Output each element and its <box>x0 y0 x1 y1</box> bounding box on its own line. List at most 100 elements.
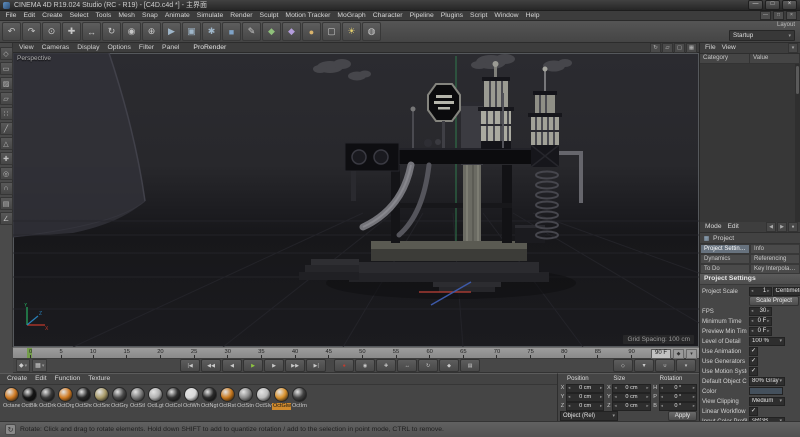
material-menu-item[interactable]: Texture <box>84 374 114 384</box>
material-item[interactable]: OctIrn <box>291 387 308 410</box>
points-mode-icon[interactable]: ∷ <box>0 107 13 120</box>
add-spline-icon[interactable]: ✎ <box>242 22 261 41</box>
menu-item[interactable]: Sculpt <box>256 11 282 21</box>
material-item[interactable]: OctGlw <box>273 387 290 410</box>
attribute-tab[interactable]: Dynamics <box>700 254 750 264</box>
add-scene-icon[interactable]: ● <box>302 22 321 41</box>
om-scrollbar[interactable] <box>795 64 800 222</box>
timeline-tick[interactable]: 30 <box>225 348 231 358</box>
attribute-manager-menu-item[interactable]: Edit <box>725 222 742 232</box>
scale-project-button[interactable]: Scale Project <box>749 296 799 306</box>
view-float-icon[interactable]: ▱ <box>662 43 673 53</box>
position-input[interactable]: ◂0 cm▸ <box>566 384 604 393</box>
autokeying-button[interactable]: ◉ <box>355 359 375 372</box>
doc-close-button[interactable]: × <box>786 11 797 20</box>
object-manager-menu-item[interactable]: View <box>719 43 739 53</box>
object-manager-menu-item[interactable]: File <box>702 43 719 53</box>
menu-item[interactable]: File <box>2 11 20 21</box>
forward-icon[interactable]: ▶ <box>777 222 787 232</box>
value-input[interactable]: ◂0 F▸ <box>749 327 772 336</box>
material-item[interactable]: OctSlv <box>255 387 272 410</box>
material-item[interactable]: OctWht <box>183 387 200 410</box>
doc-minimize-button[interactable]: — <box>760 11 771 20</box>
view-layout-icon[interactable]: ▦ <box>686 43 697 53</box>
rotation-input[interactable]: ◂0 °▸ <box>659 393 697 402</box>
layout-dropdown[interactable]: Startup▾ <box>729 30 795 41</box>
back-icon[interactable]: ◀ <box>766 222 776 232</box>
size-input[interactable]: ◂0 cm▸ <box>612 393 650 402</box>
apply-button[interactable]: Apply <box>668 411 697 421</box>
doc-maximize-button[interactable]: □ <box>773 11 784 20</box>
undo-icon[interactable]: ↶ <box>2 22 21 41</box>
add-camera-icon[interactable]: ▢ <box>322 22 341 41</box>
attribute-tab[interactable]: Project Settings <box>700 244 750 254</box>
add-material-icon[interactable]: ◍ <box>362 22 381 41</box>
menu-item[interactable]: Plugins <box>437 11 466 21</box>
menu-item[interactable]: Animate <box>161 11 193 21</box>
material-sphere-icon[interactable] <box>4 387 19 402</box>
convert-editable-icon[interactable]: ◇ <box>0 47 13 60</box>
timeline-tick[interactable]: 90 <box>628 348 634 358</box>
maximize-button[interactable]: □ <box>765 0 780 10</box>
material-item[interactable]: OctNgt <box>201 387 218 410</box>
minimize-button[interactable]: — <box>748 0 763 10</box>
marker-icon[interactable]: ▼ <box>634 359 654 372</box>
menu-item[interactable]: Snap <box>138 11 161 21</box>
material-item[interactable]: OctStn <box>237 387 254 410</box>
position-input[interactable]: ◂0 cm▸ <box>566 393 604 402</box>
record-rotation-button[interactable]: ↻ <box>418 359 438 372</box>
attribute-tab[interactable]: Info <box>750 244 800 254</box>
menu-item[interactable]: Simulate <box>193 11 226 21</box>
attribute-tab[interactable]: To Do <box>700 264 750 274</box>
timeline-tick[interactable]: 5 <box>59 348 62 358</box>
timeline-tick[interactable]: 65 <box>460 348 466 358</box>
render-settings-icon[interactable]: ✱ <box>202 22 221 41</box>
material-item[interactable]: OctBlk <box>21 387 38 410</box>
goto-start-button[interactable]: |◀ <box>180 359 200 372</box>
unit-dropdown[interactable]: Centimeters▾ <box>773 287 800 296</box>
material-sphere-icon[interactable] <box>148 387 163 402</box>
material-item[interactable]: OctSnd <box>93 387 110 410</box>
rotate-tool-icon[interactable]: ↻ <box>102 22 121 41</box>
material-sphere-icon[interactable] <box>274 387 289 402</box>
checkbox[interactable]: ✓ <box>749 357 758 366</box>
coordinate-system-icon[interactable]: ⊕ <box>142 22 161 41</box>
workplane-lock-icon[interactable]: ▤ <box>0 197 13 210</box>
goto-end-button[interactable]: ▶| <box>306 359 326 372</box>
column-header[interactable]: Value <box>750 54 800 63</box>
model-mode-icon[interactable]: ▭ <box>0 62 13 75</box>
options-icon[interactable]: ▾ <box>676 359 696 372</box>
value-input[interactable]: ◂1▸ <box>749 287 772 296</box>
material-sphere-icon[interactable] <box>40 387 55 402</box>
scene-3d-render[interactable] <box>13 53 699 347</box>
viewport-menu-item[interactable]: Display <box>73 43 103 53</box>
texture-mode-icon[interactable]: ▨ <box>0 77 13 90</box>
object-manager-list[interactable] <box>700 64 800 222</box>
menu-item[interactable]: Mesh <box>115 11 139 21</box>
add-light-icon[interactable]: ☀ <box>342 22 361 41</box>
viewport-view-label[interactable]: Perspective <box>17 55 51 62</box>
material-sphere-icon[interactable] <box>256 387 271 402</box>
end-frame-field[interactable]: 90 F <box>651 349 671 359</box>
timeline-mode-combo[interactable]: ▦▾ <box>32 359 47 372</box>
material-sphere-icon[interactable] <box>130 387 145 402</box>
snap-icon[interactable]: ∩ <box>0 182 13 195</box>
record-position-button[interactable]: ✚ <box>376 359 396 372</box>
viewport-menu-item[interactable]: Options <box>103 43 134 53</box>
material-sphere-icon[interactable] <box>184 387 199 402</box>
material-sphere-icon[interactable] <box>166 387 181 402</box>
viewport-menu-item[interactable]: View <box>15 43 38 53</box>
redo-icon[interactable]: ↷ <box>22 22 41 41</box>
viewport-menu-item[interactable]: Cameras <box>38 43 74 53</box>
add-deformer-icon[interactable]: ◆ <box>282 22 301 41</box>
play-button[interactable]: ▶ <box>243 359 263 372</box>
viewport-canvas[interactable]: Perspective X Y Z Grid Spacing: 100 cm <box>13 53 699 347</box>
material-sphere-icon[interactable] <box>220 387 235 402</box>
render-view-icon[interactable]: ▶ <box>162 22 181 41</box>
coordinate-mode-dropdown[interactable]: Object (Rel)▾ <box>560 411 618 421</box>
timeline-tick[interactable]: 85 <box>595 348 601 358</box>
timeline-tick[interactable]: 50 <box>359 348 365 358</box>
menu-item[interactable]: Edit <box>20 11 39 21</box>
menu-item[interactable]: Render <box>227 11 256 21</box>
polygons-mode-icon[interactable]: △ <box>0 137 13 150</box>
